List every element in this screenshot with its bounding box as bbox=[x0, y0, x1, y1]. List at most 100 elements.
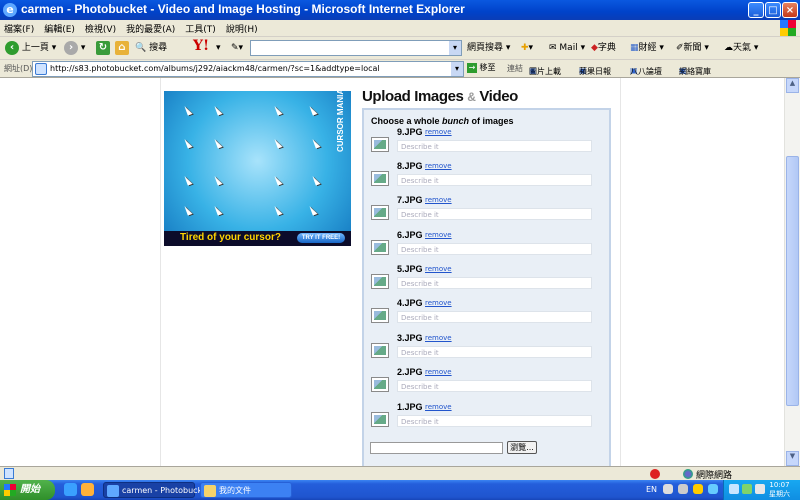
taskbar: 開始 carmen - Photobucket ... 我的文件 EN 10:0… bbox=[0, 480, 800, 500]
window-title: carmen - Photobucket - Video and Image H… bbox=[21, 2, 465, 16]
image-thumbnail-icon bbox=[371, 377, 389, 392]
address-input[interactable]: http://s83.photobucket.com/albums/j292/a… bbox=[32, 61, 464, 77]
yahoo-logo[interactable]: Y! bbox=[193, 38, 209, 54]
remove-link[interactable]: remove bbox=[425, 299, 452, 307]
web-search-button[interactable]: 網頁搜尋 ▾ bbox=[467, 40, 510, 56]
menu-favorites[interactable]: 我的最愛(A) bbox=[121, 20, 180, 35]
file-row: 8.JPG remove Describe it bbox=[364, 161, 609, 191]
home-button[interactable]: ⌂ bbox=[115, 40, 129, 56]
close-button[interactable]: × bbox=[782, 2, 798, 18]
minimize-button[interactable]: _ bbox=[748, 2, 764, 18]
file-row: 1.JPG remove Describe it bbox=[364, 402, 609, 432]
file-row: 6.JPG remove Describe it bbox=[364, 230, 609, 260]
description-input[interactable]: Describe it bbox=[397, 174, 592, 186]
taskbar-item-documents[interactable]: 我的文件 bbox=[200, 482, 292, 498]
description-input[interactable]: Describe it bbox=[397, 277, 592, 289]
search-icon: 🔍 bbox=[135, 43, 147, 53]
taskbar-item-ie[interactable]: carmen - Photobucket ... bbox=[103, 482, 220, 498]
back-button[interactable]: ‹ 上一頁 ▾ bbox=[5, 40, 56, 56]
title-bar: e carmen - Photobucket - Video and Image… bbox=[0, 0, 800, 20]
chevron-down-icon[interactable]: ▾ bbox=[451, 62, 463, 76]
cursor-icon bbox=[214, 204, 223, 216]
remove-link[interactable]: remove bbox=[425, 128, 452, 136]
ie-icon bbox=[107, 485, 119, 497]
description-input[interactable]: Describe it bbox=[397, 346, 592, 358]
description-input[interactable]: Describe it bbox=[397, 140, 592, 152]
description-input[interactable]: Describe it bbox=[397, 208, 592, 220]
security-icon[interactable] bbox=[742, 484, 752, 494]
maximize-button[interactable]: □ bbox=[765, 2, 781, 18]
cursor-icon bbox=[214, 104, 223, 116]
remove-link[interactable]: remove bbox=[425, 403, 452, 411]
home-icon: ⌂ bbox=[115, 40, 129, 55]
network-icon[interactable] bbox=[729, 484, 739, 494]
yahoo-search-input[interactable]: ▾ bbox=[250, 40, 462, 56]
clock[interactable]: 10:07 星期六 bbox=[769, 481, 790, 499]
weather-button[interactable]: ☁天氣 ▾ bbox=[724, 40, 758, 56]
outlook-quicklaunch-icon[interactable] bbox=[81, 483, 94, 496]
file-path-input[interactable] bbox=[370, 442, 503, 454]
yahoo-menu-dropdown[interactable]: ▾ bbox=[216, 40, 221, 56]
file-name: 8.JPG bbox=[397, 161, 423, 171]
link-label: 蘋果日報 bbox=[579, 67, 611, 76]
menu-file[interactable]: 檔案(F) bbox=[0, 20, 39, 35]
remove-link[interactable]: remove bbox=[425, 334, 452, 342]
description-input[interactable]: Describe it bbox=[397, 311, 592, 323]
pencil-icon[interactable]: ✎▾ bbox=[231, 40, 243, 56]
add-button[interactable]: ✚▾ bbox=[521, 40, 533, 56]
tray-arrow-icon[interactable] bbox=[708, 484, 718, 494]
help-icon[interactable] bbox=[693, 484, 703, 494]
finance-label: 財經 bbox=[638, 43, 657, 53]
keyboard-icon[interactable] bbox=[663, 484, 673, 494]
vertical-scrollbar[interactable]: ▲ ▼ bbox=[784, 78, 800, 466]
page-content: CURSOR MANIA Tired of your cursor? TRY I… bbox=[0, 78, 784, 466]
address-label: 網址(D) bbox=[4, 64, 33, 73]
remove-link[interactable]: remove bbox=[425, 368, 452, 376]
volume-icon[interactable] bbox=[755, 484, 765, 494]
description-input[interactable]: Describe it bbox=[397, 415, 592, 427]
scroll-up-icon[interactable]: ▲ bbox=[786, 78, 799, 93]
language-indicator[interactable]: EN bbox=[646, 485, 657, 494]
refresh-button[interactable]: ↻ bbox=[96, 40, 110, 56]
cursor-mania-ad[interactable]: CURSOR MANIA Tired of your cursor? TRY I… bbox=[164, 88, 351, 246]
status-bar: 網際網路 bbox=[0, 466, 800, 481]
image-thumbnail-icon bbox=[371, 412, 389, 427]
remove-link[interactable]: remove bbox=[425, 231, 452, 239]
chevron-down-icon[interactable]: ▾ bbox=[449, 41, 461, 55]
upload-panel: Choose a whole bunch of images 9.JPG rem… bbox=[362, 108, 611, 466]
search-button[interactable]: 🔍 搜尋 bbox=[135, 40, 167, 56]
description-input[interactable]: Describe it bbox=[397, 380, 592, 392]
ad-try-button[interactable]: TRY IT FREE! bbox=[297, 233, 345, 243]
ime-icon[interactable] bbox=[678, 484, 688, 494]
start-button[interactable]: 開始 bbox=[0, 480, 55, 500]
ad-brand-text: CURSOR MANIA bbox=[336, 88, 345, 152]
ie-quicklaunch-icon[interactable] bbox=[64, 483, 77, 496]
remove-link[interactable]: remove bbox=[425, 265, 452, 273]
scrollbar-thumb[interactable] bbox=[786, 156, 799, 406]
title-part: Video bbox=[479, 88, 518, 105]
go-button[interactable]: → 移至 bbox=[467, 60, 496, 76]
file-row: 9.JPG remove Describe it bbox=[364, 127, 609, 157]
scroll-down-icon[interactable]: ▼ bbox=[786, 451, 799, 466]
description-input[interactable]: Describe it bbox=[397, 243, 592, 255]
folder-icon bbox=[204, 485, 216, 497]
upload-heading: Choose a whole bunch of images bbox=[371, 116, 514, 126]
menu-view[interactable]: 檢視(V) bbox=[80, 20, 121, 35]
finance-button[interactable]: ▦財經 ▾ bbox=[630, 40, 664, 56]
globe-icon bbox=[683, 469, 693, 479]
browse-button[interactable]: 瀏覽... bbox=[507, 441, 537, 454]
remove-link[interactable]: remove bbox=[425, 162, 452, 170]
forward-arrow-icon: › bbox=[64, 40, 78, 55]
menu-tools[interactable]: 工具(T) bbox=[180, 20, 221, 35]
forward-button[interactable]: › ▾ bbox=[64, 40, 85, 56]
news-button[interactable]: ✐新聞 ▾ bbox=[676, 40, 709, 56]
dictionary-button[interactable]: ◆字典 bbox=[591, 40, 616, 56]
menu-edit[interactable]: 編輯(E) bbox=[39, 20, 80, 35]
menu-help[interactable]: 說明(H) bbox=[221, 20, 263, 35]
mail-button[interactable]: ✉ Mail ▾ bbox=[549, 40, 585, 56]
popup-blocked-icon[interactable] bbox=[650, 469, 660, 479]
cursor-icon bbox=[184, 137, 193, 149]
remove-link[interactable]: remove bbox=[425, 196, 452, 204]
mail-label: Mail bbox=[559, 43, 578, 53]
go-arrow-icon: → bbox=[467, 62, 477, 73]
